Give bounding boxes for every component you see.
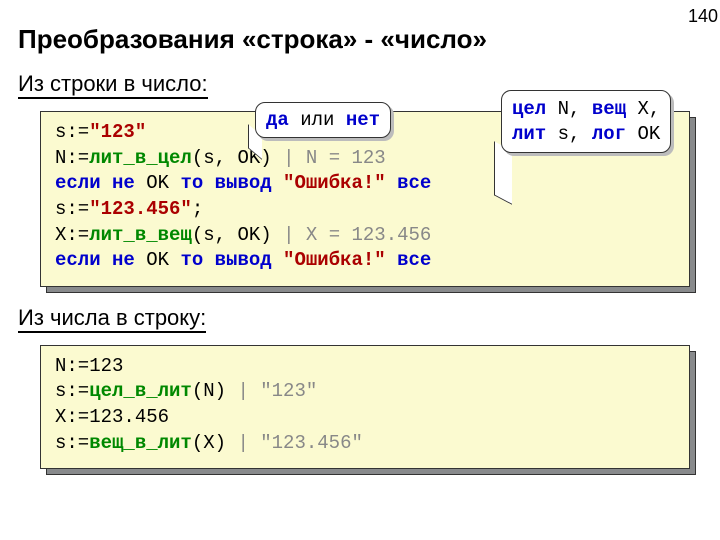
page-title: Преобразования «строка» - «число» [0,0,720,61]
func-name: лит_в_вещ [89,224,192,246]
code-text: s:= [55,198,89,220]
code-text: OK [626,123,660,145]
code-block-2: N:=123 s:=цел_в_лит(N) | "123" X:=123.45… [40,345,690,470]
callout-yes-no: да или нет [255,102,391,138]
func-name: лит_в_цел [89,147,192,169]
code-text: ) [260,224,283,246]
string-literal: "Ошибка!" [272,172,397,194]
section2-heading: Из числа в строку: [18,305,206,333]
code-text: X:= [55,406,89,428]
page-number: 140 [688,6,718,27]
keyword: все [397,172,431,194]
code-text: 123.456 [89,406,169,428]
keyword: если не [55,172,135,194]
code-text: или [289,109,346,131]
keyword: если не [55,249,135,271]
code-text: OK [226,224,260,246]
comment: | N = 123 [283,147,386,169]
comment: | "123" [237,380,317,402]
code-text: N:= [55,147,89,169]
code-text: s:= [55,380,89,402]
keyword: все [397,249,431,271]
comment: | X = 123.456 [283,224,431,246]
keyword: лит [512,123,546,145]
string-literal: "123.456" [89,198,192,220]
callout-declarations: цел N, вещ X, лит s, лог OK [501,90,671,153]
code-text: s, [546,123,592,145]
code-text: (s, [192,224,226,246]
string-literal: "Ошибка!" [272,249,397,271]
code-text: ) [260,147,283,169]
keyword: вещ [592,98,626,120]
string-literal: "123" [89,121,146,143]
code-text: OK [135,249,181,271]
keyword: цел [512,98,546,120]
keyword: лог [592,123,626,145]
code-text: 123 [89,355,123,377]
code-text: ; [192,198,203,220]
keyword: то вывод [180,249,271,271]
code-text: OK [135,172,181,194]
keyword: нет [346,109,380,131]
code-text: X, [626,98,660,120]
code-text: N:= [55,355,89,377]
comment: | "123.456" [237,432,362,454]
keyword: да [266,109,289,131]
code-text: (s, [192,147,226,169]
code-text: s:= [55,121,89,143]
code-text: (X) [192,432,238,454]
func-name: вещ_в_лит [89,432,192,454]
code-text: X:= [55,224,89,246]
code-text: (N) [192,380,238,402]
section1-heading: Из строки в число: [18,71,208,99]
func-name: цел_в_лит [89,380,192,402]
code-text: s:= [55,432,89,454]
keyword: то вывод [180,172,271,194]
code-text: N, [546,98,592,120]
